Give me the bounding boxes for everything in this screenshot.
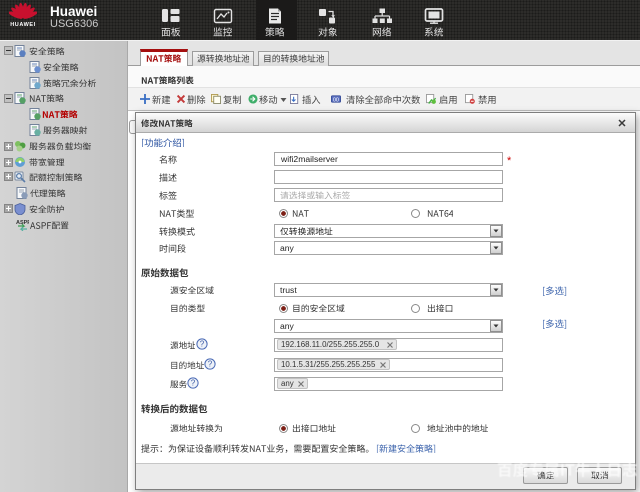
- svg-text:?: ?: [191, 379, 196, 388]
- svg-text:?: ?: [208, 360, 213, 369]
- svg-text:00: 00: [333, 97, 339, 103]
- svg-text:?: ?: [200, 340, 205, 349]
